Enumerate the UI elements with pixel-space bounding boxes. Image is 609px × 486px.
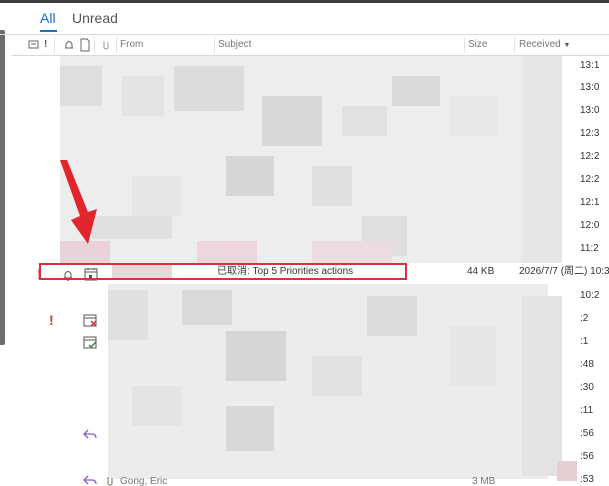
- message-row[interactable]: !: [12, 309, 609, 332]
- document-icon[interactable]: [79, 38, 91, 52]
- received-time-fragment: :53: [580, 474, 594, 485]
- meeting-accepted-icon: [83, 336, 97, 349]
- header-divider: [116, 37, 117, 53]
- attachment-icon: [107, 477, 113, 486]
- received-time-fragment: 12:1: [580, 197, 600, 208]
- received-time-fragment: 13:1: [580, 60, 600, 71]
- annotation-arrow: [60, 160, 97, 244]
- blur-block: [92, 216, 172, 239]
- from-column-header[interactable]: From: [120, 35, 143, 55]
- blur-block: [174, 66, 244, 111]
- message-row[interactable]: [12, 332, 609, 355]
- size-column-header[interactable]: Size: [468, 35, 487, 55]
- received-time-fragment: 12:0: [580, 220, 600, 231]
- tab-unread[interactable]: Unread: [72, 10, 118, 26]
- blur-block: [392, 76, 440, 106]
- received-time-fragment: 11:2: [580, 243, 599, 254]
- message-size: 44 KB: [467, 266, 495, 277]
- received-time-fragment: :2: [580, 313, 589, 324]
- blur-block: [122, 76, 164, 116]
- received-time-fragment: 12:2: [580, 151, 600, 162]
- received-column-header[interactable]: Received ▼: [519, 35, 570, 55]
- sort-descending-icon: ▼: [563, 42, 571, 49]
- received-time-fragment: :56: [580, 428, 594, 439]
- blur-block: [226, 156, 274, 196]
- column-header: ! From Subject Size Received ▼: [12, 35, 609, 56]
- blur-block: [312, 356, 362, 396]
- reminder-icon[interactable]: [63, 38, 75, 52]
- message-row[interactable]: Gong, Eric 3 MB: [12, 470, 609, 486]
- received-time-fragment: :56: [580, 451, 594, 462]
- importance-column-icon[interactable]: !: [44, 35, 47, 55]
- received-time-fragment: :48: [580, 359, 594, 370]
- received-time-fragment: 13:0: [580, 105, 600, 116]
- importance-indicator: !: [49, 312, 54, 328]
- message-size: 3 MB: [472, 476, 496, 486]
- header-divider: [94, 37, 95, 53]
- message-list: ! 已取消: Top 5 Priorities actions 44 KB 20…: [12, 56, 609, 486]
- received-time-fragment: :1: [580, 336, 589, 347]
- header-divider: [54, 37, 55, 53]
- received-column-label: Received: [519, 39, 561, 50]
- importance-icon[interactable]: [28, 38, 40, 52]
- meeting-cancelled-icon: [83, 314, 97, 327]
- subject-column-header[interactable]: Subject: [218, 35, 251, 55]
- message-from: Gong, Eric: [120, 476, 168, 486]
- received-time-fragment: :11: [580, 405, 594, 416]
- replied-icon: [83, 429, 97, 439]
- active-tab-indicator: [40, 30, 57, 32]
- received-time-fragment: :30: [580, 382, 594, 393]
- blur-block: [132, 386, 182, 426]
- received-time-fragment: 13:0: [580, 82, 600, 93]
- blur-block: [312, 166, 352, 206]
- message-received: 2026/7/7 (周二) 10:3: [519, 266, 609, 277]
- blur-block: [60, 66, 102, 106]
- blur-block: [450, 96, 498, 136]
- received-time-fragment: 10:2: [580, 290, 600, 301]
- replied-icon: [83, 475, 97, 485]
- header-divider: [514, 37, 515, 53]
- received-time-fragment: 12:3: [580, 128, 600, 139]
- folder-pane-edge: [0, 30, 5, 345]
- blur-block: [262, 96, 322, 146]
- highlight-annotation-box: [39, 263, 407, 280]
- message-row[interactable]: [12, 424, 609, 447]
- header-divider: [464, 37, 465, 53]
- blur-block: [342, 106, 387, 136]
- tab-all[interactable]: All: [40, 10, 56, 26]
- window-top-bar: [0, 0, 609, 3]
- received-time-fragment: 12:2: [580, 174, 600, 185]
- blur-block: [132, 176, 182, 216]
- attachment-icon[interactable]: [100, 38, 112, 52]
- header-divider: [214, 37, 215, 53]
- blur-block: [522, 56, 562, 263]
